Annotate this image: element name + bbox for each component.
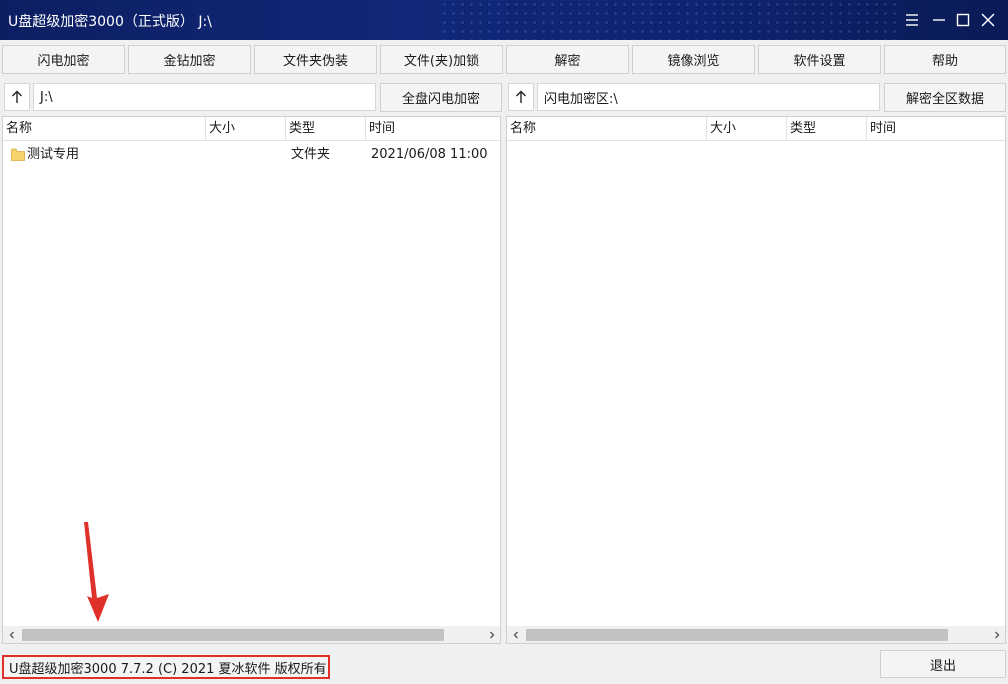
scroll-left-icon[interactable] <box>3 626 20 643</box>
right-list-header: 名称 大小 类型 时间 <box>507 117 1005 141</box>
column-header-size[interactable]: 大小 <box>707 117 787 140</box>
table-row[interactable]: 测试专用 文件夹 2021/06/08 11:00 <box>3 143 500 167</box>
exit-button[interactable]: 退出 <box>880 650 1006 678</box>
column-header-size[interactable]: 大小 <box>206 117 286 140</box>
maximize-icon[interactable] <box>951 8 975 32</box>
left-file-list[interactable]: 名称 大小 类型 时间 测试专用 文件夹 2021/06/08 11:00 <box>2 116 501 644</box>
decrypt-all-data-button[interactable]: 解密全区数据 <box>884 83 1006 112</box>
left-horizontal-scrollbar[interactable] <box>3 626 500 643</box>
right-up-button[interactable] <box>508 83 534 111</box>
scroll-left-icon[interactable] <box>507 626 524 643</box>
column-header-time[interactable]: 时间 <box>366 117 500 140</box>
scroll-right-icon[interactable] <box>483 626 500 643</box>
decrypt-button[interactable]: 解密 <box>506 45 629 74</box>
row-name: 测试专用 <box>27 147 80 162</box>
title-bar: U盘超级加密3000（正式版） J:\ <box>0 0 1008 40</box>
minimize-icon[interactable] <box>927 8 951 32</box>
row-time: 2021/06/08 11:00 <box>371 147 488 162</box>
arrow-up-icon <box>516 90 526 103</box>
column-header-time[interactable]: 时间 <box>867 117 1005 140</box>
right-horizontal-scrollbar[interactable] <box>507 626 1005 643</box>
folder-icon <box>11 148 25 161</box>
left-path-field[interactable]: J:\ <box>33 83 376 111</box>
right-path-field[interactable]: 闪电加密区:\ <box>537 83 880 111</box>
row-type: 文件夹 <box>291 147 331 162</box>
column-header-type[interactable]: 类型 <box>787 117 867 140</box>
full-disk-flash-encrypt-button[interactable]: 全盘闪电加密 <box>380 83 502 112</box>
diamond-encrypt-button[interactable]: 金钻加密 <box>128 45 251 74</box>
column-header-name[interactable]: 名称 <box>507 117 707 140</box>
annotation-arrow-icon <box>84 522 109 622</box>
title-bar-pattern <box>440 0 900 40</box>
image-browse-button[interactable]: 镜像浏览 <box>632 45 755 74</box>
column-header-name[interactable]: 名称 <box>3 117 206 140</box>
folder-disguise-button[interactable]: 文件夹伪装 <box>254 45 377 74</box>
flash-encrypt-button[interactable]: 闪电加密 <box>2 45 125 74</box>
scroll-thumb[interactable] <box>22 629 444 641</box>
scroll-thumb[interactable] <box>526 629 948 641</box>
help-button[interactable]: 帮助 <box>884 45 1006 74</box>
close-icon[interactable] <box>976 8 1000 32</box>
scroll-right-icon[interactable] <box>988 626 1005 643</box>
arrow-up-icon <box>12 90 22 103</box>
settings-button[interactable]: 软件设置 <box>758 45 881 74</box>
column-header-type[interactable]: 类型 <box>286 117 366 140</box>
right-file-list[interactable]: 名称 大小 类型 时间 <box>506 116 1006 644</box>
window-title: U盘超级加密3000（正式版） J:\ <box>8 14 212 30</box>
left-list-header: 名称 大小 类型 时间 <box>3 117 500 141</box>
status-bar: U盘超级加密3000 7.7.2 (C) 2021 夏冰软件 版权所有 <box>2 655 330 679</box>
menu-icon[interactable] <box>900 8 924 32</box>
file-lock-button[interactable]: 文件(夹)加锁 <box>380 45 503 74</box>
left-up-button[interactable] <box>4 83 30 111</box>
